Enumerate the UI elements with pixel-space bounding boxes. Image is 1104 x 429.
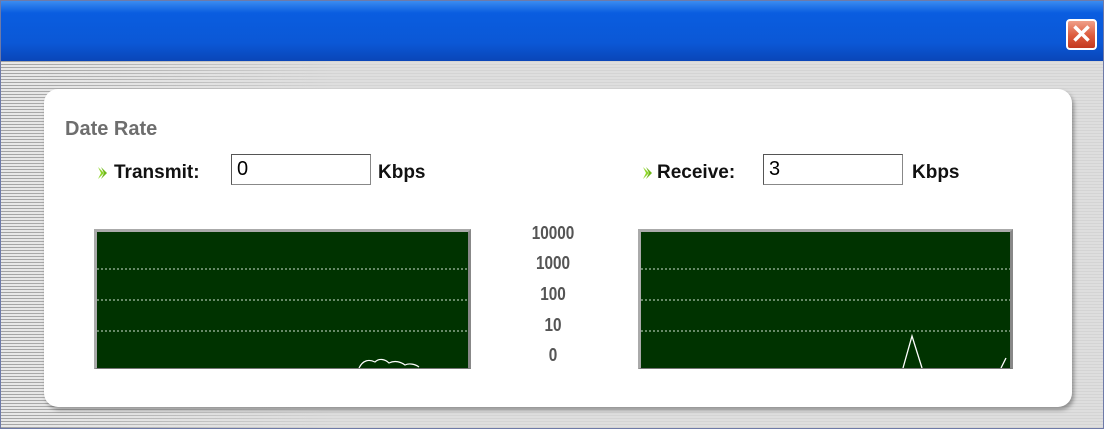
- transmit-trace: [358, 358, 420, 368]
- scale-label-0: 0: [548, 345, 558, 365]
- transmit-label: Transmit:: [114, 162, 200, 183]
- receive-trace: [902, 333, 923, 368]
- arrow-icon: [643, 167, 652, 179]
- scale-label-100: 100: [540, 284, 566, 304]
- transmit-unit: Kbps: [378, 162, 426, 183]
- section-title: Date Rate: [65, 118, 158, 140]
- receive-graph: [638, 229, 1013, 369]
- transmit-graph: [94, 229, 471, 369]
- receive-label: Receive:: [657, 162, 736, 183]
- scale-label-10000: 10000: [531, 223, 575, 243]
- receive-field[interactable]: [763, 154, 903, 185]
- receive-trace-edge: [1000, 357, 1007, 368]
- close-icon: ✕: [1070, 19, 1093, 49]
- scale-label-10: 10: [544, 315, 562, 335]
- arrow-icon: [98, 167, 107, 179]
- transmit-field[interactable]: [231, 154, 371, 185]
- title-bar[interactable]: ✕: [1, 1, 1103, 61]
- close-button[interactable]: ✕: [1066, 19, 1097, 50]
- scale-label-1000: 1000: [535, 253, 571, 273]
- receive-unit: Kbps: [912, 162, 960, 183]
- app-window: ✕ Date Rate Transmit: Kbps Receive: Kbps…: [0, 0, 1104, 429]
